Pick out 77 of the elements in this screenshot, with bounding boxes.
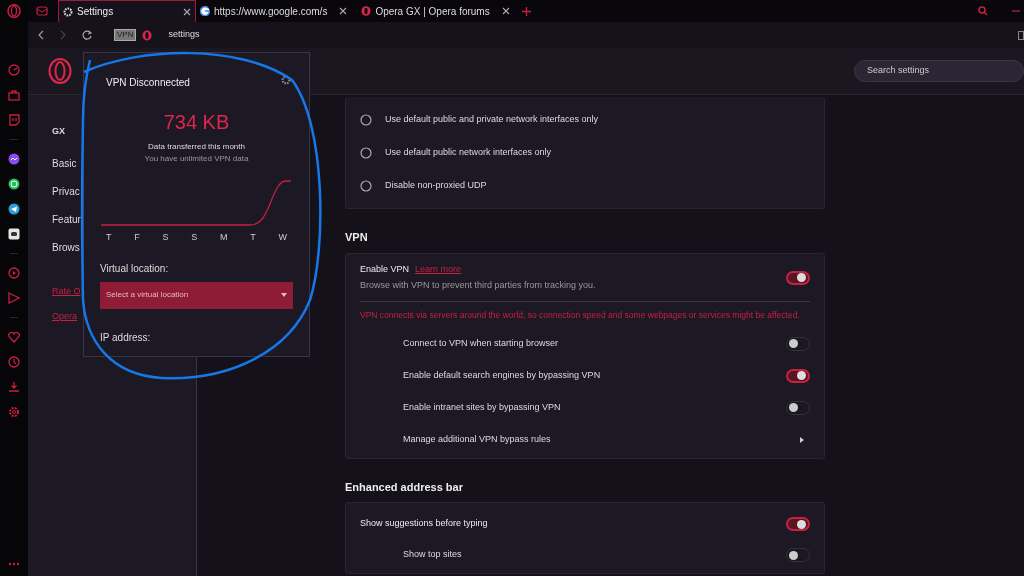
heart-icon[interactable] — [8, 331, 20, 343]
radio-button[interactable] — [360, 146, 372, 159]
section-heading: VPN — [345, 230, 369, 245]
back-icon[interactable] — [38, 30, 44, 40]
bag-icon[interactable] — [8, 89, 20, 101]
gear-icon — [63, 6, 73, 17]
opera-logo[interactable] — [48, 58, 72, 84]
day-label: M — [219, 231, 228, 244]
search-settings-field[interactable]: Search settings — [854, 60, 1024, 82]
toggle-switch[interactable] — [786, 400, 810, 415]
reload-icon[interactable] — [82, 30, 92, 40]
day-label: S — [162, 231, 169, 244]
caption-text: Data transferred this month — [147, 141, 246, 153]
whatsapp-icon[interactable] — [8, 178, 20, 190]
plus-icon[interactable] — [521, 6, 531, 16]
twitch-icon[interactable] — [8, 114, 20, 126]
day-label: T — [106, 231, 112, 244]
opera-icon — [142, 29, 153, 41]
close-icon[interactable] — [501, 7, 510, 15]
tab-title: https://www.google.com/s — [214, 4, 328, 19]
option-label: Use default public network interfaces only — [385, 145, 552, 159]
location-select[interactable]: Select a virtual location — [100, 281, 293, 309]
toggle-switch[interactable] — [786, 368, 810, 383]
ip-label: IP address: — [100, 330, 152, 345]
toggle-switch[interactable] — [786, 548, 810, 562]
snapshot-icon[interactable] — [1018, 30, 1024, 40]
setting-label: Show top sites — [403, 548, 462, 562]
setting-label: Show suggestions before typing — [360, 517, 488, 531]
browser-tab[interactable]: Opera GX | Opera forums — [357, 0, 514, 22]
telegram-icon[interactable] — [8, 203, 20, 215]
vpn-status: VPN Disconnected — [106, 76, 190, 90]
address-text[interactable]: settings — [168, 28, 200, 42]
chevron-icon — [800, 436, 804, 443]
play-icon[interactable] — [8, 267, 20, 279]
close-icon[interactable] — [339, 7, 348, 15]
toggle-switch[interactable] — [786, 270, 810, 285]
more-icon[interactable] — [8, 562, 20, 566]
option-label: Use default public and private network interfaces only — [385, 112, 599, 126]
data-amount: 734 KB — [162, 112, 231, 132]
day-label: F — [134, 231, 140, 244]
section-heading: Enhanced address bar — [345, 479, 464, 495]
radio-button[interactable] — [360, 113, 372, 126]
tab-title: Opera GX | Opera forums — [375, 4, 490, 19]
search-icon[interactable] — [978, 6, 988, 16]
browser-tab[interactable]: https://www.google.com/s — [196, 0, 352, 22]
toggle-switch[interactable] — [786, 336, 810, 351]
caret-icon — [281, 293, 287, 297]
note-text: You have unlimited VPN data — [143, 153, 250, 165]
opera-icon — [361, 6, 372, 16]
vpn-badge[interactable]: VPN — [114, 29, 137, 41]
settings-icon[interactable] — [281, 74, 291, 85]
setting-label: Enable VPN — [360, 262, 410, 276]
download-icon[interactable] — [8, 381, 20, 393]
settings-icon[interactable] — [8, 406, 20, 418]
setting-description: Browse with VPN to prevent third parties from tracking you. — [360, 279, 596, 292]
day-label: T — [250, 231, 256, 244]
toggle-switch[interactable] — [786, 517, 810, 531]
setting-label: Enable intranet sites by bypassing VPN — [403, 400, 561, 414]
clock-icon[interactable] — [8, 356, 20, 368]
day-label: S — [191, 231, 198, 244]
opera-logo[interactable] — [7, 4, 21, 18]
globe-icon — [200, 6, 210, 16]
location-label: Virtual location: — [100, 261, 170, 276]
radio-button[interactable] — [360, 179, 372, 192]
mail-icon[interactable] — [36, 6, 48, 16]
settings-link-row[interactable]: Manage additional VPN bypass rules — [360, 423, 810, 456]
close-icon[interactable] — [183, 7, 191, 16]
option-label: Disable non-proxied UDP — [385, 178, 487, 192]
warning-text: VPN connects via servers around the world, so connection speed and some webpages or services might be affected. — [360, 308, 801, 322]
tab-title: Settings — [77, 5, 114, 19]
day-label: W — [278, 231, 287, 244]
browser-tab[interactable]: Settings — [58, 0, 196, 22]
setting-label: Connect to VPN when starting browser — [403, 336, 559, 350]
speedometer-icon[interactable] — [8, 64, 20, 76]
messenger-icon[interactable] — [8, 153, 20, 165]
send-icon[interactable] — [8, 292, 20, 304]
setting-label: Enable default search engines by bypassing VPN — [403, 368, 601, 382]
